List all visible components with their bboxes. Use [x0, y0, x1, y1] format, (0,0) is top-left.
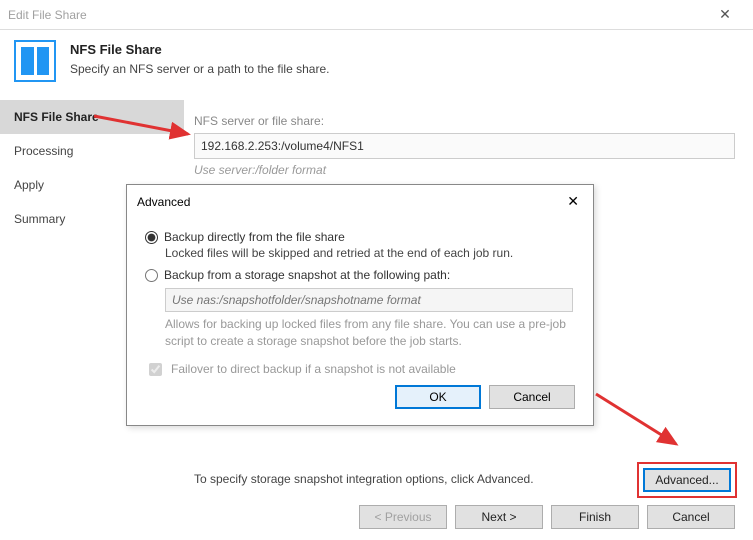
snapshot-path-hint: Allows for backing up locked files from …	[165, 316, 575, 350]
cancel-button[interactable]: Cancel	[647, 505, 735, 529]
path-format-hint: Use server:/folder format	[194, 163, 735, 177]
failover-checkbox	[149, 363, 162, 376]
advanced-dialog: Advanced ✕ Backup directly from the file…	[126, 184, 594, 426]
path-field-label: NFS server or file share:	[194, 114, 735, 128]
close-icon[interactable]: ✕	[705, 6, 745, 23]
advanced-dialog-title: Advanced	[137, 195, 563, 209]
advanced-ok-button[interactable]: OK	[395, 385, 481, 409]
window-titlebar: Edit File Share ✕	[0, 0, 753, 30]
radio-backup-snapshot[interactable]	[145, 269, 158, 282]
sidebar-item-processing[interactable]: Processing	[0, 134, 184, 168]
advanced-close-icon[interactable]: ✕	[563, 193, 583, 210]
snapshot-path-input	[165, 288, 573, 312]
radio-backup-direct[interactable]	[145, 231, 158, 244]
finish-button[interactable]: Finish	[551, 505, 639, 529]
nfs-path-input[interactable]	[194, 133, 735, 159]
previous-button: < Previous	[359, 505, 447, 529]
sidebar-item-nfs-file-share[interactable]: NFS File Share	[0, 100, 184, 134]
nfs-share-icon	[14, 40, 56, 82]
annotation-highlight-advanced: Advanced...	[637, 462, 737, 498]
advanced-button[interactable]: Advanced...	[643, 468, 731, 492]
header-subtitle: Specify an NFS server or a path to the f…	[70, 60, 329, 78]
failover-checkbox-label: Failover to direct backup if a snapshot …	[171, 362, 456, 376]
next-button[interactable]: Next >	[455, 505, 543, 529]
dialog-header: NFS File Share Specify an NFS server or …	[0, 30, 753, 100]
wizard-footer: < Previous Next > Finish Cancel	[0, 494, 753, 540]
snapshot-hint-text: To specify storage snapshot integration …	[194, 472, 534, 486]
radio-backup-direct-desc: Locked files will be skipped and retried…	[165, 246, 575, 260]
window-title: Edit File Share	[8, 8, 705, 22]
radio-backup-snapshot-label: Backup from a storage snapshot at the fo…	[164, 268, 450, 282]
radio-backup-direct-label: Backup directly from the file share	[164, 230, 345, 244]
advanced-cancel-button[interactable]: Cancel	[489, 385, 575, 409]
header-title: NFS File Share	[70, 40, 329, 60]
